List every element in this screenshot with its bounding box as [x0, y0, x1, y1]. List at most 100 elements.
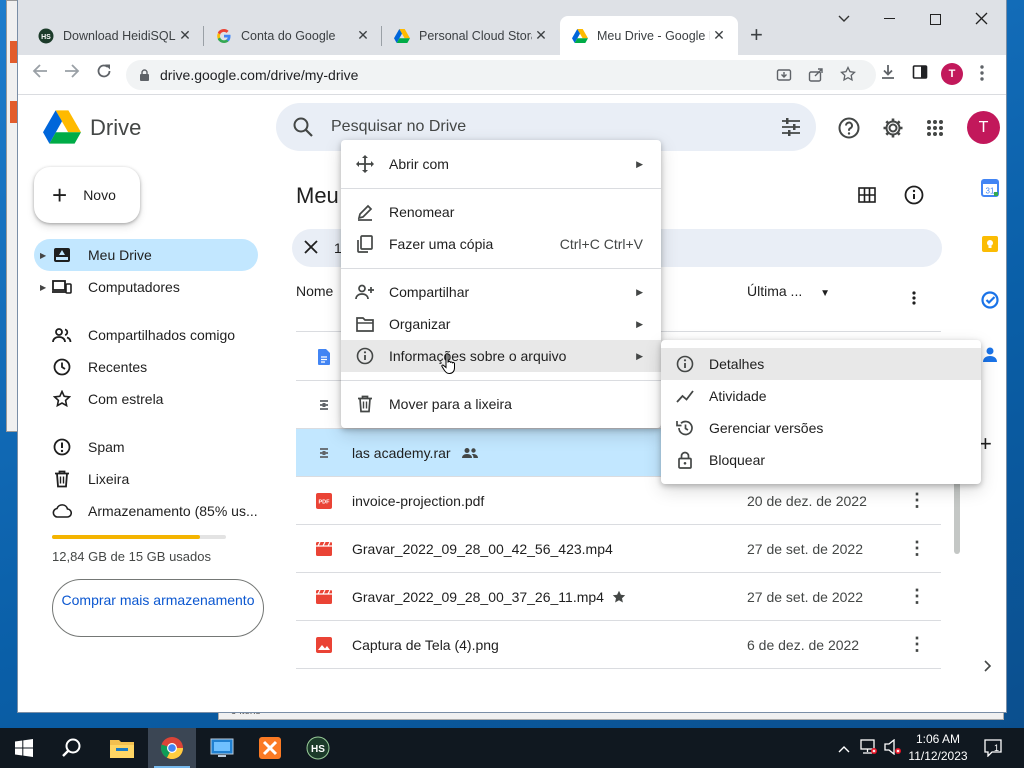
tab-google-account[interactable]: Conta do Google ✕: [204, 16, 382, 55]
menu-item-lock[interactable]: Bloquear: [661, 444, 981, 476]
table-row[interactable]: Gravar_2022_09_28_00_37_26_11.mp4 27 de …: [296, 573, 941, 621]
sidebar-item-shared[interactable]: Compartilhados comigo: [34, 319, 258, 351]
menu-item-open-with[interactable]: Abrir com ▶: [341, 148, 661, 180]
chrome-menu-icon[interactable]: [980, 65, 984, 85]
contacts-icon[interactable]: [981, 345, 999, 368]
grid-view-icon[interactable]: [858, 187, 876, 208]
row-more-icon[interactable]: ⋮: [908, 586, 926, 607]
cloud-icon: [52, 501, 72, 521]
remote-desktop-icon[interactable]: [198, 728, 246, 768]
address-bar[interactable]: drive.google.com/drive/my-drive: [126, 60, 876, 90]
close-window-button[interactable]: [975, 12, 988, 29]
tab-heidisql[interactable]: HS Download HeidiSQL ✕: [26, 16, 204, 55]
heidisql-icon: HS: [38, 28, 54, 44]
new-tab-button[interactable]: +: [750, 24, 763, 46]
apps-grid-icon[interactable]: [926, 119, 944, 142]
tray-chevron-icon[interactable]: [838, 740, 850, 758]
file-modified-date: 6 de dez. de 2022: [747, 636, 860, 653]
menu-item-trash[interactable]: Mover para a lixeira: [341, 388, 661, 420]
bookmark-star-icon[interactable]: [840, 65, 856, 86]
clear-selection-icon[interactable]: [304, 240, 318, 259]
row-more-icon[interactable]: ⋮: [908, 634, 926, 655]
sidebar-item-starred[interactable]: Com estrela: [34, 383, 258, 415]
sidebar-item-trash[interactable]: Lixeira: [34, 463, 258, 495]
sidebar-item-spam[interactable]: Spam: [34, 431, 258, 463]
search-input[interactable]: Pesquisar no Drive: [331, 118, 466, 136]
tab-search-icon[interactable]: [838, 10, 850, 27]
svg-text:HS: HS: [311, 744, 325, 755]
info-icon[interactable]: [904, 185, 924, 210]
menu-item-file-info[interactable]: Informações sobre o arquivo ▶: [341, 340, 661, 372]
taskbar-clock[interactable]: 1:06 AM 11/12/2023: [900, 731, 976, 765]
tab-meu-drive[interactable]: Meu Drive - Google Drive ✕: [560, 16, 738, 55]
new-button[interactable]: + Novo: [34, 167, 140, 223]
tab-personal-cloud[interactable]: Personal Cloud Storage ✕: [382, 16, 560, 55]
help-icon[interactable]: [838, 117, 860, 144]
minimize-button[interactable]: [884, 18, 895, 19]
xampp-icon[interactable]: [246, 728, 294, 768]
row-more-icon[interactable]: ⋮: [908, 538, 926, 559]
table-row[interactable]: PDF invoice-projection.pdf 20 de dez. de…: [296, 477, 941, 525]
forward-icon[interactable]: [64, 63, 80, 84]
menu-item-activity[interactable]: Atividade: [661, 380, 981, 412]
share-page-icon[interactable]: [808, 67, 824, 87]
calendar-icon[interactable]: 31: [981, 179, 999, 202]
sidebar-item-my-drive[interactable]: ▶ Meu Drive: [34, 239, 258, 271]
back-icon[interactable]: [32, 63, 48, 84]
file-modified-date: 27 de set. de 2022: [747, 588, 863, 605]
keep-icon[interactable]: [981, 235, 999, 258]
expand-arrow-icon[interactable]: ▶: [40, 251, 46, 260]
column-header-modified[interactable]: Última ... ▼: [747, 283, 830, 299]
profile-avatar[interactable]: T: [941, 63, 963, 85]
download-icon[interactable]: [880, 64, 896, 84]
sidebar-item-computers[interactable]: ▶ Computadores: [34, 271, 258, 303]
account-avatar[interactable]: T: [967, 111, 1000, 144]
file-explorer-icon[interactable]: [98, 728, 146, 768]
menu-item-organize[interactable]: Organizar ▶: [341, 308, 661, 340]
storage-usage-fill: [52, 535, 200, 539]
tasks-icon[interactable]: [981, 291, 999, 314]
close-tab-icon[interactable]: ✕: [710, 27, 728, 44]
scrollbar[interactable]: [954, 480, 960, 554]
menu-item-share[interactable]: Compartilhar ▶: [341, 276, 661, 308]
menu-item-details[interactable]: Detalhes: [661, 348, 981, 380]
sidebar-item-storage[interactable]: Armazenamento (85% us...: [34, 495, 258, 527]
notification-center-icon[interactable]: 1: [984, 739, 1004, 762]
collapse-panel-icon[interactable]: [984, 659, 992, 677]
column-options-icon[interactable]: [912, 291, 916, 310]
buy-storage-button[interactable]: Comprar mais armazenamento: [52, 579, 264, 637]
search-taskbar-icon[interactable]: [48, 728, 96, 768]
close-tab-icon[interactable]: ✕: [532, 27, 550, 44]
archive-icon: [316, 397, 332, 413]
reload-icon[interactable]: [96, 63, 112, 84]
close-tab-icon[interactable]: ✕: [354, 27, 372, 44]
info-icon: [675, 354, 695, 374]
menu-item-rename[interactable]: Renomear: [341, 196, 661, 228]
search-icon[interactable]: [292, 116, 314, 143]
column-header-name[interactable]: Nome: [296, 283, 333, 299]
spam-icon: [52, 437, 72, 457]
video-icon: [316, 541, 332, 557]
table-row[interactable]: Captura de Tela (4).png 6 de dez. de 202…: [296, 621, 941, 669]
table-row[interactable]: Gravar_2022_09_28_00_42_56_423.mp4 27 de…: [296, 525, 941, 573]
network-icon[interactable]: [860, 739, 878, 760]
close-tab-icon[interactable]: ✕: [176, 27, 194, 44]
chrome-taskbar-icon[interactable]: [148, 728, 196, 768]
page-title: Meu: [296, 183, 339, 208]
menu-item-copy[interactable]: Fazer uma cópia Ctrl+C Ctrl+V: [341, 228, 661, 260]
sidebar-item-recent[interactable]: Recentes: [34, 351, 258, 383]
archive-icon: [316, 445, 332, 461]
settings-gear-icon[interactable]: [882, 117, 904, 144]
install-app-icon[interactable]: [776, 67, 792, 87]
menu-item-manage-versions[interactable]: Gerenciar versões: [661, 412, 981, 444]
window-icon-strip: [10, 41, 18, 63]
maximize-button[interactable]: [930, 14, 941, 25]
search-options-icon[interactable]: [780, 116, 802, 143]
menu-item-label: Compartilhar: [389, 284, 470, 300]
row-more-icon[interactable]: ⋮: [908, 490, 926, 511]
start-button[interactable]: [0, 728, 48, 768]
side-panel-icon[interactable]: [912, 64, 928, 84]
heidisql-taskbar-icon[interactable]: HS: [294, 728, 342, 768]
expand-arrow-icon[interactable]: ▶: [40, 283, 46, 292]
google-drive-logo[interactable]: [43, 110, 81, 144]
